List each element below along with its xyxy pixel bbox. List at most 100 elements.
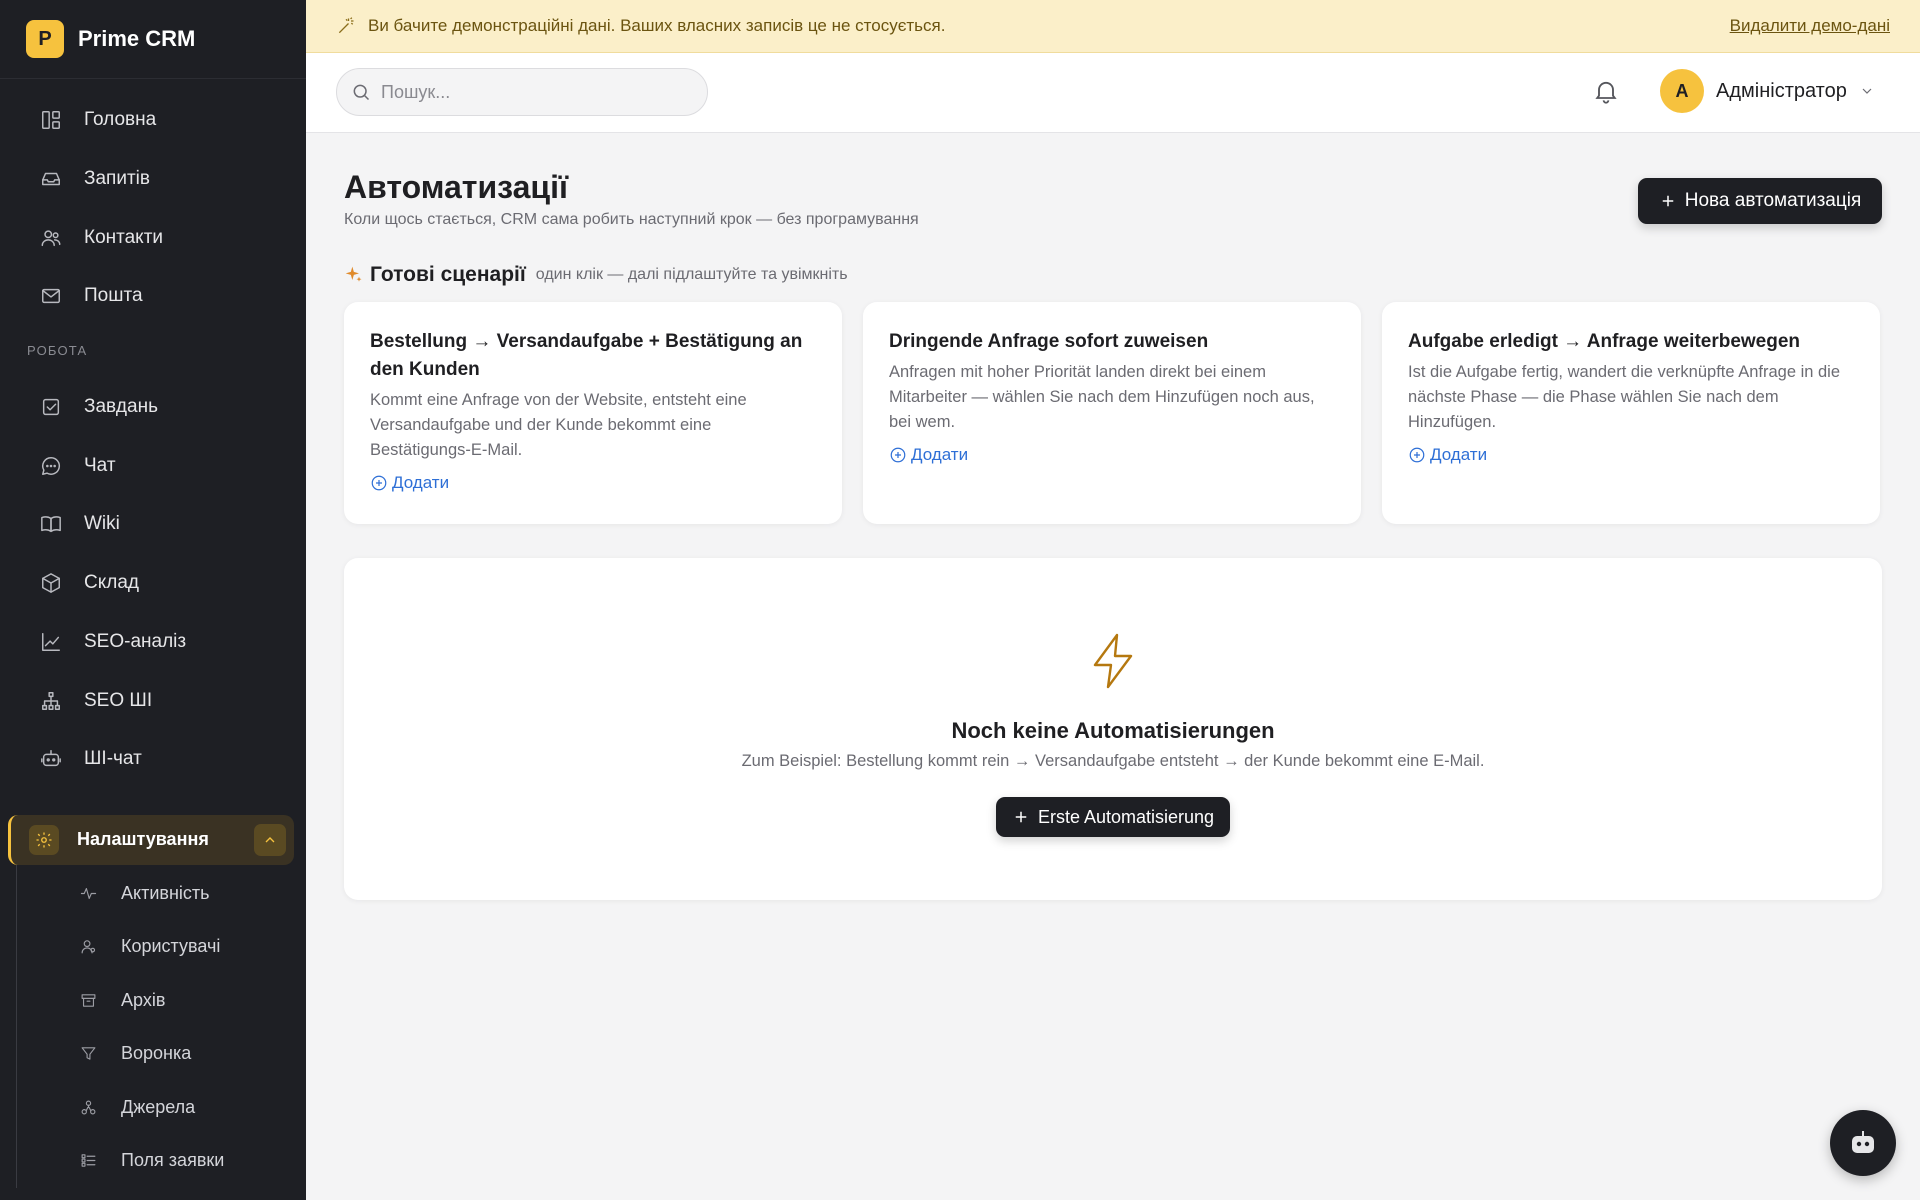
brand-logo: P [26, 20, 64, 58]
empty-state-title: Noch keine Automatisierungen [951, 718, 1275, 743]
plus-icon [1662, 195, 1673, 207]
sidebar-item-label: Запитів [84, 168, 150, 190]
robot-icon [1852, 1131, 1874, 1153]
add-scenario-label: Додати [1430, 445, 1488, 464]
scenario-cards: Bestellung → Versandaufgabe + Bestätigun… [344, 302, 1882, 524]
dashboard-icon [42, 111, 60, 130]
page-title: Автоматизації [344, 169, 568, 205]
sidebar-item-seo-analysis[interactable]: SEO-аналіз [0, 613, 306, 672]
page-subtitle: Коли щось стається, CRM сама робить наст… [344, 211, 919, 228]
users-icon [41, 230, 61, 246]
empty-state: Noch keine Automatisierungen Zum Beispie… [344, 558, 1882, 900]
funnel-icon [81, 1047, 96, 1061]
sidebar-subitem-activity[interactable]: Активність [0, 867, 306, 921]
sidebar-item-label: Налаштування [77, 829, 209, 850]
sidebar-subitem-label: Користувачі [121, 936, 221, 957]
scenario-card: Aufgabe erledigt → Anfrage weiterbewegen… [1382, 302, 1880, 524]
box-icon [42, 573, 60, 594]
sidebar-item-chat[interactable]: Чат [0, 436, 306, 495]
sidebar-item-label: Пошта [84, 285, 143, 307]
sidebar-item-label: SEO ШІ [84, 689, 153, 711]
sidebar-item-label: Wiki [84, 513, 120, 535]
sidebar-item-requests[interactable]: Запитів [0, 150, 306, 209]
sidebar: P Prime CRM Головна Запитів Контакти Пош… [0, 0, 306, 1200]
scenario-card-desc: Anfragen mit hoher Priorität landen dire… [889, 363, 1315, 431]
network-icon [42, 691, 60, 710]
scenario-card: Bestellung → Versandaufgabe + Bestätigun… [344, 302, 842, 524]
ready-scenarios-hint: один клік — далі підлаштуйте та увімкніт… [535, 266, 848, 283]
robot-icon [41, 750, 61, 767]
sidebar-item-label: ШІ-чат [84, 748, 142, 770]
activity-icon [80, 887, 97, 899]
sidebar-item-mail[interactable]: Пошта [0, 267, 306, 326]
user-name: Адміністратор [1716, 79, 1847, 102]
new-automation-label: Нова автоматизація [1684, 190, 1862, 211]
new-automation-button[interactable]: Нова автоматизація [1638, 178, 1882, 224]
sidebar-item-warehouse[interactable]: Склад [0, 554, 306, 613]
sidebar-item-ai-chat[interactable]: ШІ-чат [0, 730, 306, 789]
sidebar-subitem-users[interactable]: Користувачі [0, 920, 306, 974]
add-scenario-button[interactable]: Додати [1408, 445, 1854, 465]
scenario-card-title: Dringende Anfrage sofort zuweisen [889, 331, 1209, 352]
notifications-button[interactable] [1592, 77, 1624, 109]
lightning-icon [1090, 632, 1136, 690]
sidebar-subitem-label: Архів [121, 989, 166, 1010]
search-input[interactable] [381, 81, 681, 103]
sidebar-item-label: Чат [84, 454, 116, 476]
brand-name: Prime CRM [78, 26, 196, 51]
add-scenario-label: Додати [911, 445, 969, 464]
sidebar-item-tasks[interactable]: Завдань [0, 378, 306, 437]
archive-icon [81, 994, 96, 1007]
scenario-card-title: Bestellung → Versandaufgabe + Bestätigun… [370, 331, 803, 380]
sidebar-subitem-label: Активність [121, 882, 210, 903]
brand[interactable]: P Prime CRM [0, 0, 306, 79]
first-automation-label: Erste Automatisierung [1037, 806, 1215, 827]
book-icon [41, 516, 61, 533]
chat-icon [42, 456, 61, 475]
remove-demo-data-link[interactable]: Видалити демо-дані [1730, 16, 1890, 36]
sidebar-item-label: Контакти [84, 226, 164, 248]
sidebar-item-label: Головна [84, 109, 157, 131]
magic-wand-icon [338, 17, 354, 34]
first-automation-button[interactable]: Erste Automatisierung [996, 797, 1230, 837]
user-menu[interactable]: A Адміністратор [1660, 69, 1875, 113]
sidebar-subitem-funnel[interactable]: Воронка [0, 1027, 306, 1081]
sidebar-subitem-label: Поля заявки [121, 1150, 225, 1171]
plus-circle-icon [371, 475, 387, 491]
sparkle-icon [345, 266, 362, 282]
chevron-down-icon [1862, 88, 1872, 94]
plus-circle-icon [890, 447, 906, 463]
sidebar-item-seo-ai[interactable]: SEO ШІ [0, 671, 306, 730]
sources-icon [81, 1100, 96, 1115]
add-scenario-button[interactable]: Додати [370, 473, 816, 493]
sidebar-item-wiki[interactable]: Wiki [0, 495, 306, 554]
sidebar-item-contacts[interactable]: Контакти [0, 208, 306, 267]
assistant-bot-button[interactable] [1830, 1110, 1896, 1176]
sidebar-subitem-request-fields[interactable]: Поля заявки [0, 1134, 306, 1188]
scenario-card: Dringende Anfrage sofort zuweisen Anfrag… [863, 302, 1361, 524]
sidebar-section-work: РОБОТА [27, 343, 88, 359]
checkbox-icon [42, 399, 60, 416]
user-icon [81, 940, 96, 954]
sidebar-item-label: SEO-аналіз [84, 630, 187, 652]
sidebar-nav: Головна Запитів Контакти Пошта РОБОТА За… [0, 79, 306, 1188]
add-scenario-button[interactable]: Додати [889, 445, 1335, 465]
sidebar-subitem-label: Джерела [121, 1096, 196, 1117]
demo-banner-text: Ви бачите демонстраційні дані. Ваших вла… [368, 16, 946, 35]
sidebar-subitem-label: Воронка [121, 1043, 192, 1064]
sidebar-item-settings[interactable]: Налаштування [8, 814, 294, 865]
empty-state-desc: Zum Beispiel: Bestellung kommt rein → Ve… [741, 752, 1485, 770]
scenario-card-desc: Kommt eine Anfrage von der Website, ents… [370, 391, 747, 459]
sidebar-subitem-sources[interactable]: Джерела [0, 1081, 306, 1135]
scenario-card-desc: Ist die Aufgabe fertig, wandert die verk… [1408, 363, 1841, 431]
add-scenario-label: Додати [392, 473, 450, 492]
top-header: A Адміністратор [306, 53, 1920, 133]
search-box[interactable] [336, 68, 708, 116]
sidebar-subitem-archive[interactable]: Архів [0, 974, 306, 1028]
sidebar-item-home[interactable]: Головна [0, 91, 306, 150]
fields-icon [81, 1154, 96, 1168]
sidebar-item-label: Склад [84, 572, 139, 594]
chart-line-icon [42, 632, 60, 651]
settings-subnav: Активність Користувачі Архів Воронка Дже… [0, 864, 306, 1188]
chevron-up-icon[interactable] [254, 823, 286, 856]
